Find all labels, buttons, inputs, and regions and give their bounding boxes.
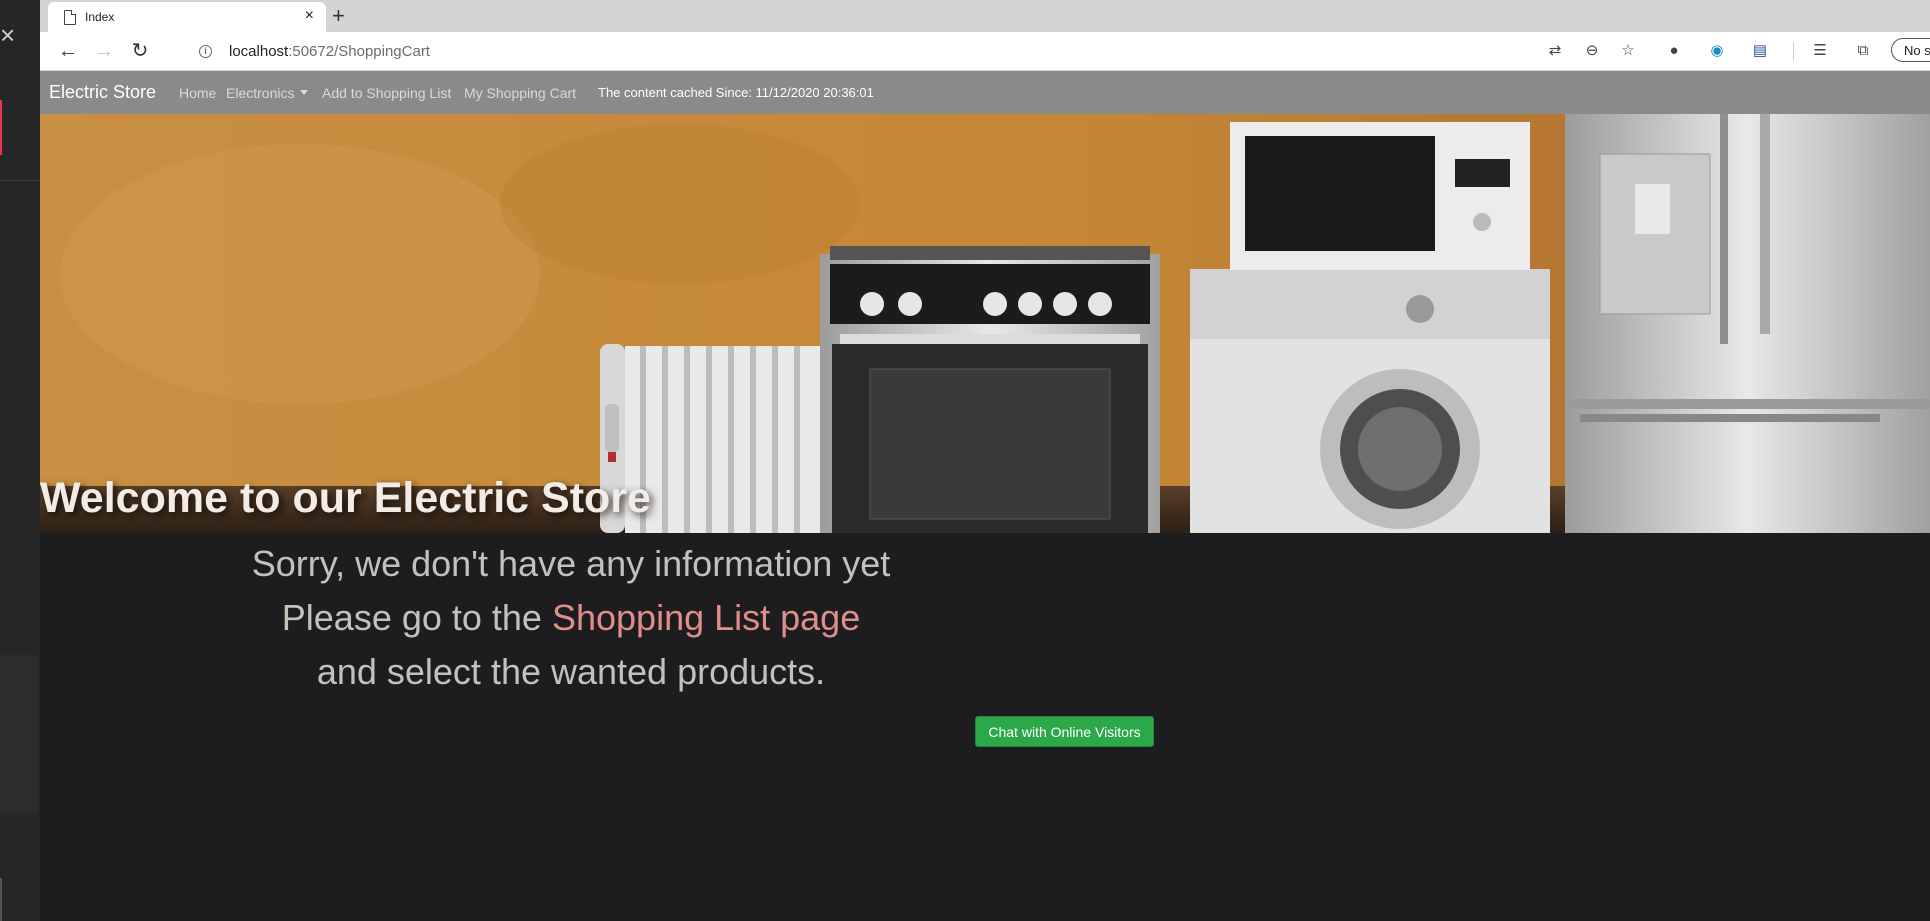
hero-title: Welcome to our Electric Store xyxy=(40,474,651,522)
nav-electronics-label: Electronics xyxy=(226,85,295,101)
address-bar[interactable]: i localhost:50672/ShoppingCart xyxy=(185,36,1575,66)
collections-icon[interactable]: ⧉ xyxy=(1853,41,1873,61)
hero-banner: Welcome to our Electric Store xyxy=(40,114,1930,533)
microwave-image xyxy=(1230,122,1530,270)
tab-close-icon[interactable]: × xyxy=(305,7,314,25)
browser-tab[interactable]: Index × xyxy=(48,2,326,32)
forward-icon[interactable]: → xyxy=(92,39,116,63)
nav-add-to-shopping-list[interactable]: Add to Shopping List xyxy=(322,85,451,101)
refrigerator-image xyxy=(1565,114,1930,533)
url-path: :50672/ShoppingCart xyxy=(288,43,430,60)
brand-link[interactable]: Electric Store xyxy=(49,82,156,103)
extension-bulb-icon[interactable]: ● xyxy=(1664,41,1684,61)
browser-tab-strip: Index × + xyxy=(40,0,1930,32)
info-icon[interactable]: i xyxy=(199,45,212,58)
page-icon xyxy=(64,10,76,25)
empty-message-line2-prefix: Please go to the xyxy=(281,597,552,638)
new-tab-icon[interactable]: + xyxy=(332,3,345,29)
side-divider xyxy=(0,180,40,181)
nav-electronics[interactable]: Electronics xyxy=(226,85,309,101)
back-icon[interactable]: ← xyxy=(56,39,80,63)
extension-box-icon[interactable]: ▤ xyxy=(1750,41,1770,61)
translate-icon[interactable]: ⇄ xyxy=(1545,41,1565,61)
main-content: Sorry, we don't have any information yet… xyxy=(40,533,1930,748)
favorite-star-icon[interactable]: ☆ xyxy=(1618,41,1638,61)
shopping-list-link[interactable]: Shopping List page xyxy=(552,597,860,638)
appliances-image xyxy=(40,114,1930,533)
tab-title: Index xyxy=(85,10,115,24)
url-text[interactable]: localhost:50672/ShoppingCart xyxy=(229,43,430,60)
side-active-indicator xyxy=(0,100,2,155)
stove-image xyxy=(820,246,1160,533)
empty-message-line3: and select the wanted products. xyxy=(316,651,826,692)
refresh-icon[interactable]: ↻ xyxy=(128,39,152,63)
extension-circle-icon[interactable]: ◉ xyxy=(1707,41,1727,61)
page-footer-area xyxy=(40,748,1930,921)
chevron-down-icon xyxy=(300,89,309,95)
chat-button[interactable]: Chat with Online Visitors xyxy=(975,716,1154,747)
washing-machine-image xyxy=(1190,269,1550,533)
empty-message-line1: Sorry, we don't have any information yet xyxy=(251,543,891,584)
profile-button[interactable]: No s xyxy=(1891,38,1930,62)
url-host: localhost xyxy=(229,43,289,60)
cache-notice: The content cached Since: 11/12/2020 20:… xyxy=(598,85,874,100)
browser-toolbar: ← → ↻ i localhost:50672/ShoppingCart ⇄ ⊖… xyxy=(40,32,1930,71)
zoom-out-icon[interactable]: ⊖ xyxy=(1582,41,1602,61)
side-panel: × xyxy=(0,0,41,921)
empty-message-line2: Please go to the Shopping List page xyxy=(40,597,1102,639)
toolbar-divider xyxy=(1793,42,1794,60)
side-panel-block xyxy=(0,655,38,813)
side-panel-scrollbar[interactable] xyxy=(0,878,2,921)
nav-my-shopping-cart[interactable]: My Shopping Cart xyxy=(464,85,576,101)
site-navbar: Electric Store Home Electronics Add to S… xyxy=(40,71,1930,114)
favorites-list-icon[interactable]: ☰ xyxy=(1810,41,1830,61)
close-icon[interactable]: × xyxy=(0,22,14,48)
nav-home[interactable]: Home xyxy=(179,85,216,101)
